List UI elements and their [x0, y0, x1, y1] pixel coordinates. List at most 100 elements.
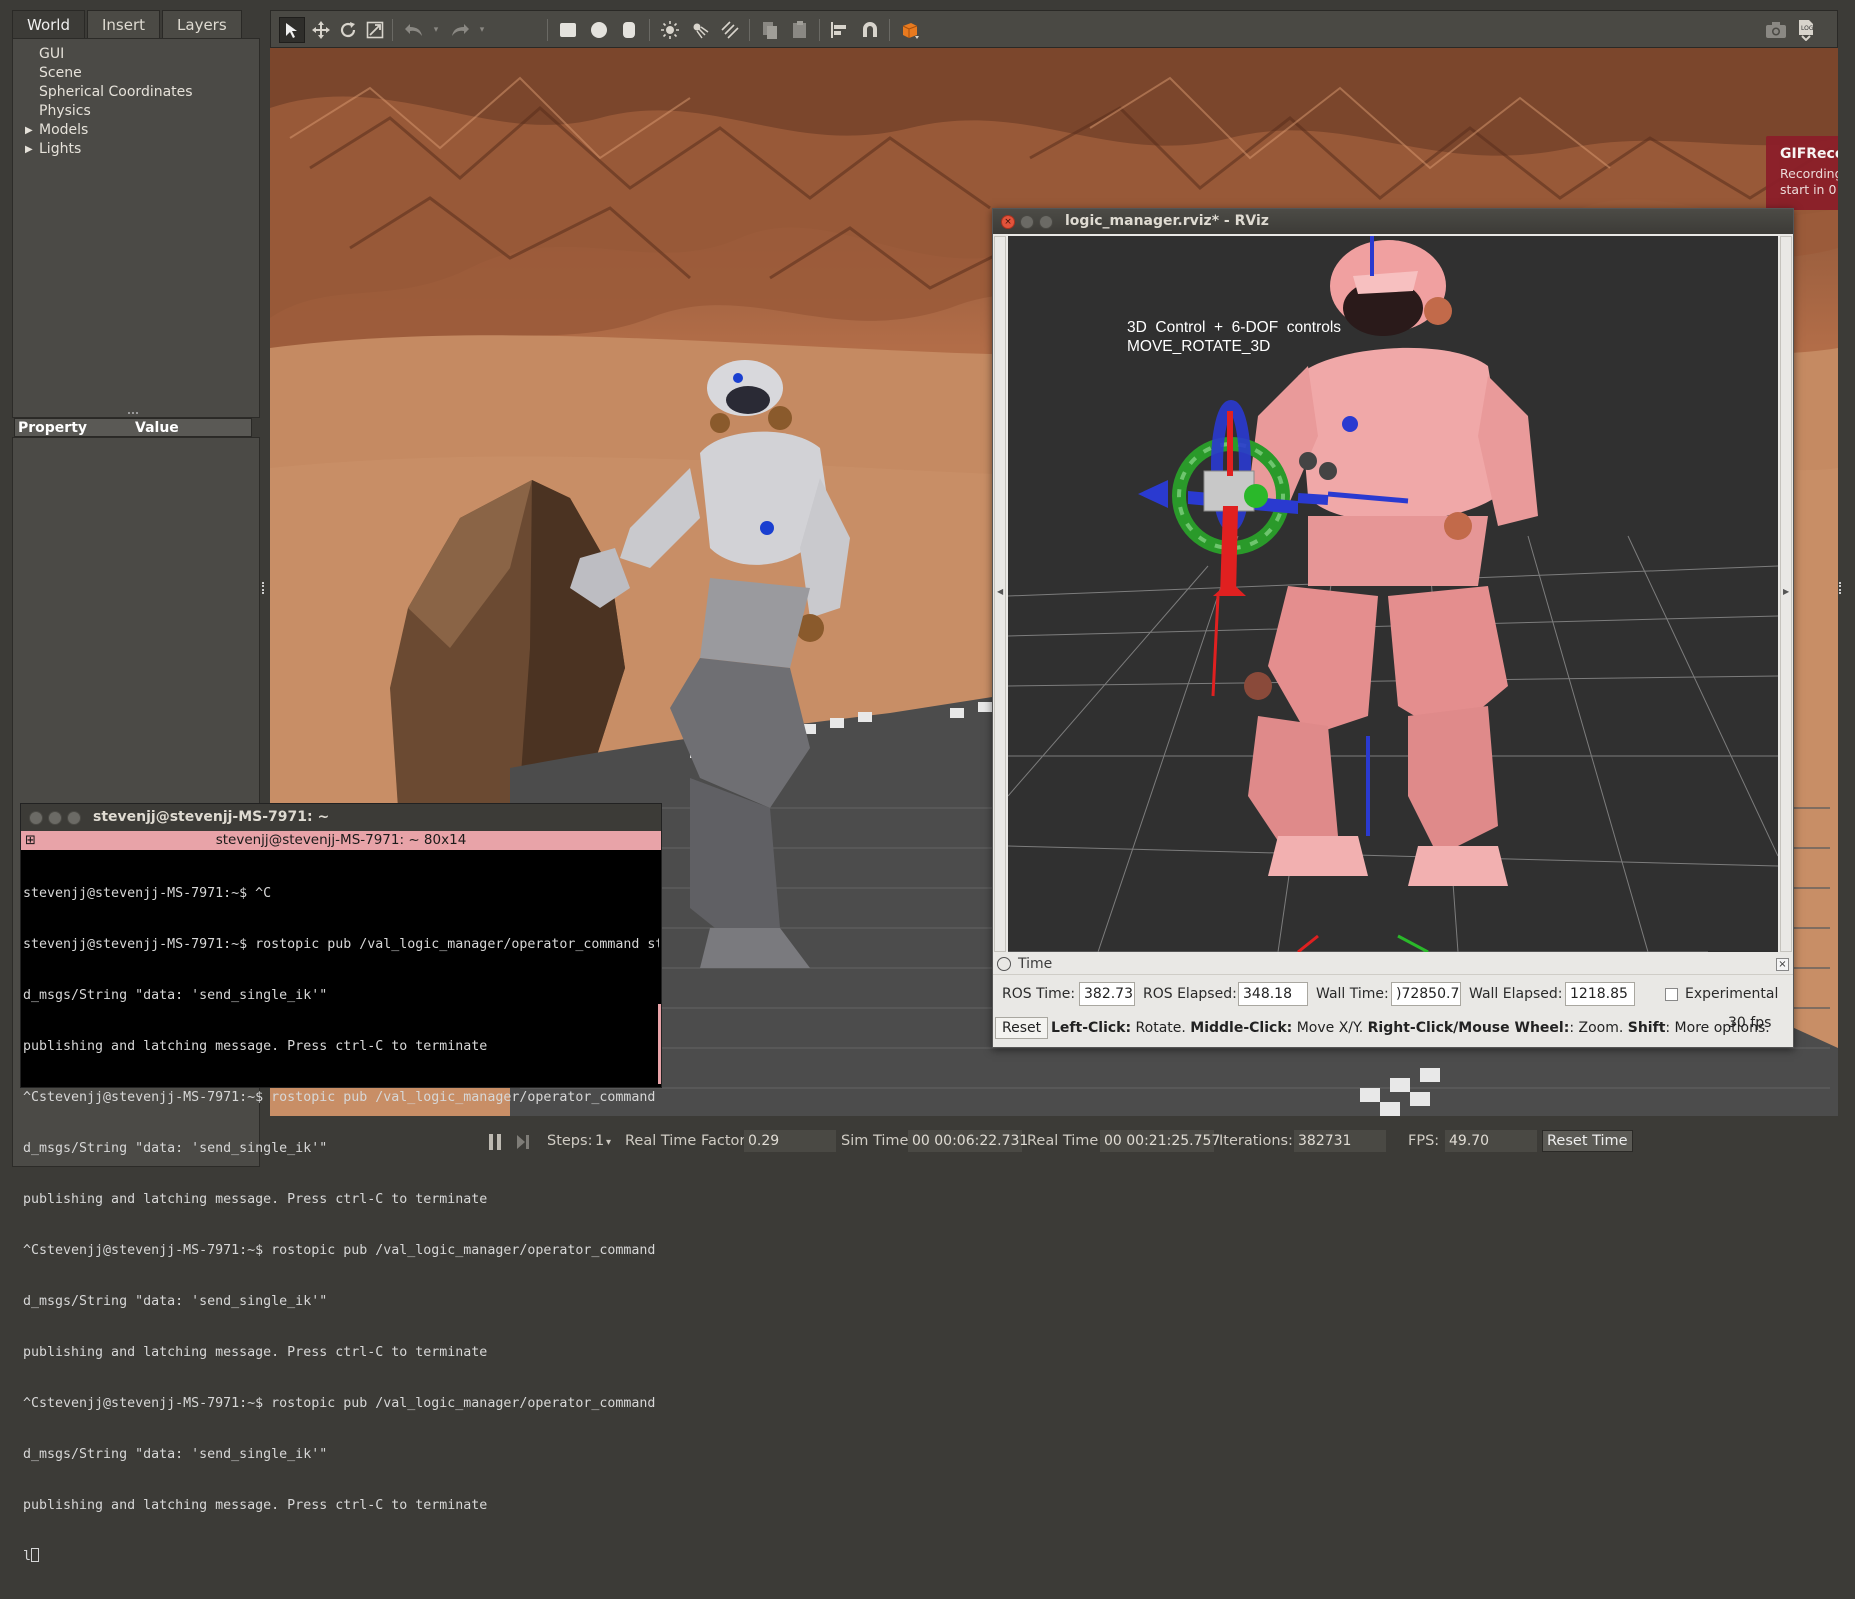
expand-arrow-icon[interactable]: ▶ [25, 121, 33, 140]
rviz-scene [1008, 236, 1778, 952]
paste-icon[interactable] [787, 17, 813, 43]
ros-elapsed-field[interactable]: 348.18 [1238, 982, 1308, 1006]
hint-left-click: Left-Click: [1051, 1020, 1132, 1036]
wall-elapsed-label: Wall Elapsed: [1469, 986, 1563, 1002]
close-icon[interactable]: × [1776, 958, 1789, 971]
tree-item-models[interactable]: ▶ Models [25, 121, 89, 140]
tab-insert[interactable]: Insert [87, 10, 161, 38]
toolbar-separator [749, 19, 750, 41]
experimental-label: Experimental [1685, 986, 1779, 1002]
snap-icon[interactable] [857, 17, 883, 43]
undo-dropdown-icon[interactable]: ▾ [423, 17, 449, 43]
terminal-cursor [31, 1548, 40, 1562]
right-dock-collapse-handle[interactable]: ▶ [1780, 236, 1792, 952]
hint-left-desc: Rotate. [1131, 1020, 1191, 1036]
tab-world[interactable]: World [12, 10, 85, 38]
ros-elapsed-label: ROS Elapsed: [1143, 986, 1237, 1002]
terminal-tab-title: stevenjj@stevenjj-MS-7971: ~ 80x14 [215, 832, 467, 848]
directional-light-icon[interactable] [717, 17, 743, 43]
log-icon[interactable]: LOG [1793, 17, 1819, 43]
terminal-line: publishing and latching message. Press c… [23, 1192, 488, 1207]
rviz-title: logic_manager.rviz* - RViz [1065, 213, 1269, 229]
experimental-checkbox[interactable] [1665, 988, 1678, 1001]
terminal-output[interactable]: stevenjj@stevenjj-MS-7971:~$ ^C stevenjj… [23, 851, 659, 1599]
left-panel-collapse-handle[interactable] [262, 582, 266, 594]
rviz-fps: 30 fps [1728, 1015, 1772, 1031]
rotate-icon[interactable] [335, 17, 361, 43]
box-shape-icon[interactable] [555, 17, 581, 43]
tree-item-spherical-coordinates[interactable]: Spherical Coordinates [39, 83, 193, 102]
close-icon[interactable] [29, 811, 43, 825]
hint-middle-desc: Move X/Y. [1292, 1020, 1368, 1036]
time-panel-header: Time × [993, 955, 1793, 975]
cylinder-shape-icon[interactable] [616, 17, 642, 43]
sim-time-value: 00 00:06:22.731 [908, 1130, 1028, 1152]
terminal-line: d_msgs/String "data: 'send_single_ik'" [23, 988, 328, 1003]
ros-time-field[interactable]: 382.73 [1079, 982, 1135, 1006]
expand-arrow-icon[interactable]: ▶ [25, 140, 33, 159]
point-light-icon[interactable] [657, 17, 683, 43]
terminal-line: publishing and latching message. Press c… [23, 1345, 488, 1360]
tree-item-lights[interactable]: ▶ Lights [25, 140, 81, 159]
tree-item-physics[interactable]: Physics [39, 102, 91, 121]
rviz-render-panel[interactable]: 3D Control + 6-DOF controls MOVE_ROTATE_… [1008, 236, 1778, 952]
tree-item-label: Models [39, 122, 89, 138]
rviz-titlebar[interactable]: × logic_manager.rviz* - RViz [993, 209, 1793, 234]
copy-icon[interactable] [757, 17, 783, 43]
terminal-line: ^Cstevenjj@stevenjj-MS-7971:~$ rostopic … [23, 1090, 656, 1105]
reset-button[interactable]: Reset [995, 1017, 1049, 1039]
scale-icon[interactable] [362, 17, 388, 43]
tree-item-label: GUI [39, 46, 65, 62]
align-icon[interactable] [827, 17, 853, 43]
ros-time-label: ROS Time: [1002, 986, 1076, 1002]
left-panel-tabs: World Insert Layers [12, 10, 244, 38]
terminal-line: stevenjj@stevenjj-MS-7971:~$ rostopic pu… [23, 937, 659, 952]
terminal-window[interactable]: stevenjj@stevenjj-MS-7971: ~ ⊞ stevenjj@… [20, 803, 662, 1564]
notification-title: GIFRecorder [1780, 146, 1838, 162]
iterations-label: Iterations: [1219, 1133, 1293, 1149]
tab-layers[interactable]: Layers [162, 10, 242, 38]
tree-item-scene[interactable]: Scene [39, 64, 82, 83]
terminal-scrollbar[interactable] [658, 1004, 661, 1084]
marker-description-text: 3D Control + 6-DOF controls MOVE_ROTATE_… [1127, 319, 1342, 355]
tree-item-gui[interactable]: GUI [39, 45, 64, 64]
world-tree: GUI Scene Spherical Coordinates Physics … [12, 38, 260, 418]
rviz-status-bar: Reset Left-Click: Rotate. Middle-Click: … [993, 1013, 1793, 1043]
time-panel: Time × ROS Time: 382.73 ROS Elapsed: 348… [993, 955, 1793, 1047]
time-panel-title: Time [1018, 956, 1053, 972]
right-panel-collapse-handle[interactable] [1839, 582, 1843, 594]
toolbar-separator [392, 19, 393, 41]
spot-light-icon[interactable] [687, 17, 713, 43]
translate-icon[interactable] [308, 17, 334, 43]
close-icon[interactable]: × [1001, 215, 1015, 229]
maximize-icon[interactable] [1039, 215, 1053, 229]
sphere-shape-icon[interactable] [586, 17, 612, 43]
toolbar-separator [649, 19, 650, 41]
toolbar-separator [547, 19, 548, 41]
tree-item-label: Spherical Coordinates [39, 84, 193, 100]
terminal-titlebar[interactable]: stevenjj@stevenjj-MS-7971: ~ [21, 804, 661, 831]
property-column-header[interactable]: Property [18, 419, 87, 437]
toolbar-separator [889, 19, 890, 41]
terminal-line: d_msgs/String "data: 'send_single_ik'" [23, 1141, 328, 1156]
screenshot-icon[interactable] [1763, 17, 1789, 43]
minimize-icon[interactable] [48, 811, 62, 825]
hint-right-click: Right-Click/Mouse Wheel: [1367, 1020, 1570, 1036]
terminal-tab-bar[interactable]: ⊞ stevenjj@stevenjj-MS-7971: ~ 80x14 [21, 831, 661, 850]
sim-time-label: Sim Time: [841, 1133, 914, 1149]
terminal-line: d_msgs/String "data: 'send_single_ik'" [23, 1294, 328, 1309]
reset-time-button[interactable]: Reset Time [1542, 1130, 1633, 1152]
panel-splitter-handle[interactable] [128, 412, 138, 416]
gif-recorder-notification: GIFRecorder Recording duration set to 20… [1766, 136, 1838, 210]
hint-right-desc: : Zoom. [1569, 1020, 1628, 1036]
left-dock-collapse-handle[interactable]: ◀ [994, 236, 1006, 952]
maximize-icon[interactable] [67, 811, 81, 825]
minimize-icon[interactable] [1020, 215, 1034, 229]
wall-time-field[interactable]: )72850.79 [1391, 982, 1461, 1006]
redo-dropdown-icon[interactable]: ▾ [469, 17, 495, 43]
wall-elapsed-field[interactable]: 1218.85 [1565, 982, 1635, 1006]
value-column-header[interactable]: Value [135, 419, 179, 437]
select-arrow-icon[interactable] [279, 17, 305, 43]
view-angle-icon[interactable] [897, 17, 923, 43]
rviz-window[interactable]: × logic_manager.rviz* - RViz ◀ ▶ 3D Cont… [992, 208, 1794, 1048]
